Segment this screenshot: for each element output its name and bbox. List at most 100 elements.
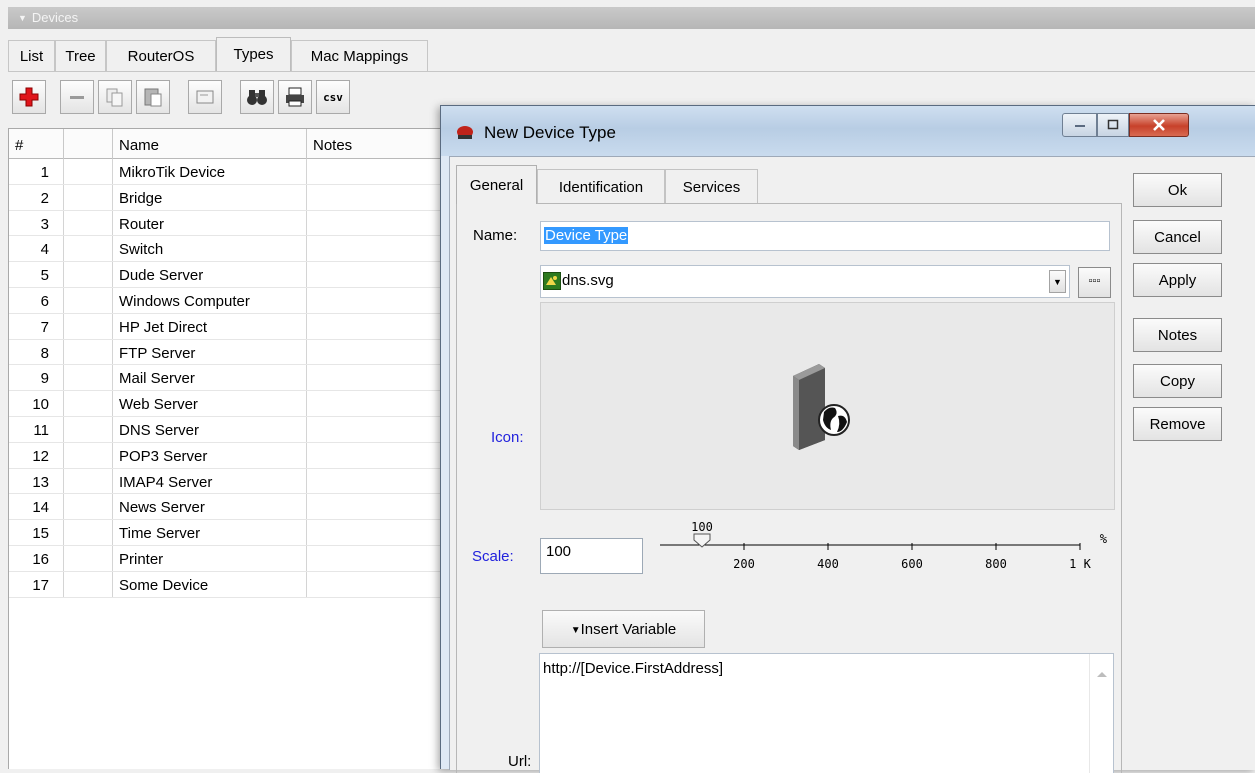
row-number: 13 bbox=[9, 468, 64, 494]
tab-services[interactable]: Services bbox=[665, 169, 758, 203]
apply-button[interactable]: Apply bbox=[1133, 263, 1222, 297]
slider-tick-label: 1 K bbox=[1069, 557, 1091, 571]
url-label: Url: bbox=[508, 753, 532, 770]
remove-icon bbox=[70, 96, 84, 99]
column-header-number[interactable]: # bbox=[9, 129, 64, 159]
table-row[interactable]: 7 HP Jet Direct bbox=[9, 313, 467, 340]
slider-tick-label: 400 bbox=[817, 557, 839, 571]
table-row[interactable]: 15 Time Server bbox=[9, 520, 467, 546]
devices-panel-header[interactable]: ▼ Devices bbox=[8, 7, 1255, 29]
new-device-type-dialog: New Device Type General Identification S… bbox=[440, 105, 1255, 773]
table-row[interactable]: 1 MikroTik Device bbox=[9, 159, 467, 185]
binoculars-icon bbox=[247, 90, 267, 105]
scale-slider[interactable]: 200 400 600 800 1 K 100% bbox=[660, 521, 1110, 601]
table-row[interactable]: 17 Some Device bbox=[9, 571, 467, 598]
row-flag bbox=[64, 365, 113, 391]
row-flag bbox=[64, 391, 113, 416]
tab-mac-mappings[interactable]: Mac Mappings bbox=[291, 40, 428, 72]
name-value: Device Type bbox=[544, 227, 629, 244]
row-name: Windows Computer bbox=[113, 287, 307, 313]
row-name: POP3 Server bbox=[113, 442, 307, 468]
table-row[interactable]: 10 Web Server bbox=[9, 391, 467, 417]
dialog-title: New Device Type bbox=[484, 123, 616, 142]
paste-button[interactable] bbox=[136, 80, 170, 114]
row-number: 7 bbox=[9, 313, 64, 339]
row-flag bbox=[64, 339, 113, 365]
tab-list[interactable]: List bbox=[8, 40, 55, 72]
remove-button[interactable]: Remove bbox=[1133, 407, 1222, 441]
table-row[interactable]: 13 IMAP4 Server bbox=[9, 468, 467, 495]
row-number: 4 bbox=[9, 236, 64, 262]
table-row[interactable]: 2 Bridge bbox=[9, 184, 467, 211]
printer-icon bbox=[286, 87, 304, 107]
dialog-titlebar[interactable]: New Device Type bbox=[441, 106, 1255, 156]
scale-value: 100 bbox=[546, 543, 572, 560]
row-name: Bridge bbox=[113, 184, 307, 210]
device-types-table: # Name Notes 1 MikroTik Device 2 Bridge 3 Rou… bbox=[8, 128, 468, 769]
tab-general[interactable]: General bbox=[456, 165, 537, 204]
collapse-triangle-icon[interactable]: ▼ bbox=[18, 13, 27, 23]
tab-types[interactable]: Types bbox=[216, 37, 291, 72]
column-header-name[interactable]: Name bbox=[113, 129, 307, 159]
url-textarea[interactable]: http://[Device.FirstAddress] bbox=[539, 653, 1114, 773]
find-button[interactable] bbox=[240, 80, 274, 114]
table-row[interactable]: 9 Mail Server bbox=[9, 365, 467, 392]
paste-icon bbox=[144, 88, 162, 107]
tab-tree[interactable]: Tree bbox=[55, 40, 106, 72]
scale-input[interactable]: 100 bbox=[540, 538, 643, 574]
insert-variable-button[interactable]: ▼Insert Variable bbox=[542, 610, 705, 648]
row-number: 3 bbox=[9, 210, 64, 236]
icon-preview bbox=[540, 302, 1115, 510]
maximize-button[interactable] bbox=[1097, 113, 1129, 137]
cancel-button[interactable]: Cancel bbox=[1133, 220, 1222, 254]
ok-button[interactable]: Ok bbox=[1133, 173, 1222, 207]
row-name: FTP Server bbox=[113, 339, 307, 365]
icon-select[interactable]: dns.svg ▼ bbox=[540, 265, 1070, 298]
comment-button[interactable] bbox=[188, 80, 222, 114]
url-scrollbar[interactable] bbox=[1089, 654, 1113, 773]
csv-button[interactable]: csv bbox=[316, 80, 350, 114]
row-number: 12 bbox=[9, 442, 64, 468]
notes-button[interactable]: Notes bbox=[1133, 318, 1222, 352]
tab-divider bbox=[8, 71, 1255, 72]
slider-value-label: 100 bbox=[691, 521, 713, 534]
table-row[interactable]: 12 POP3 Server bbox=[9, 442, 467, 469]
table-row[interactable]: 14 News Server bbox=[9, 494, 467, 521]
scroll-up-icon[interactable] bbox=[1096, 670, 1108, 678]
browse-button[interactable]: ▫▫▫ bbox=[1078, 267, 1111, 298]
add-button[interactable] bbox=[12, 80, 46, 114]
remove-button[interactable] bbox=[60, 80, 94, 114]
table-row[interactable]: 11 DNS Server bbox=[9, 416, 467, 443]
row-number: 17 bbox=[9, 571, 64, 597]
row-name: DNS Server bbox=[113, 416, 307, 442]
tab-identification[interactable]: Identification bbox=[537, 169, 665, 203]
row-flag bbox=[64, 494, 113, 520]
table-row[interactable]: 16 Printer bbox=[9, 545, 467, 572]
maximize-icon bbox=[1107, 119, 1119, 130]
row-name: Dude Server bbox=[113, 262, 307, 287]
row-flag bbox=[64, 571, 113, 597]
table-row[interactable]: 6 Windows Computer bbox=[9, 287, 467, 314]
tab-routeros[interactable]: RouterOS bbox=[106, 40, 216, 72]
copy-button[interactable]: Copy bbox=[1133, 364, 1222, 398]
table-row[interactable]: 3 Router bbox=[9, 210, 467, 237]
dns-server-icon bbox=[793, 364, 850, 450]
name-input[interactable]: Device Type bbox=[540, 221, 1110, 251]
close-button[interactable] bbox=[1129, 113, 1189, 137]
row-number: 9 bbox=[9, 365, 64, 391]
row-name: Some Device bbox=[113, 571, 307, 597]
table-row[interactable]: 5 Dude Server bbox=[9, 262, 467, 288]
column-header-flag[interactable] bbox=[64, 129, 113, 159]
name-label: Name: bbox=[473, 227, 518, 244]
minimize-icon bbox=[1074, 125, 1085, 127]
dropdown-arrow-icon[interactable]: ▼ bbox=[1049, 270, 1066, 293]
row-flag bbox=[64, 468, 113, 494]
print-button[interactable] bbox=[278, 80, 312, 114]
row-name: Printer bbox=[113, 545, 307, 571]
table-row[interactable]: 4 Switch bbox=[9, 236, 467, 263]
row-number: 1 bbox=[9, 159, 64, 184]
copy-button[interactable] bbox=[98, 80, 132, 114]
table-row[interactable]: 8 FTP Server bbox=[9, 339, 467, 366]
row-name: News Server bbox=[113, 494, 307, 520]
minimize-button[interactable] bbox=[1062, 113, 1097, 137]
